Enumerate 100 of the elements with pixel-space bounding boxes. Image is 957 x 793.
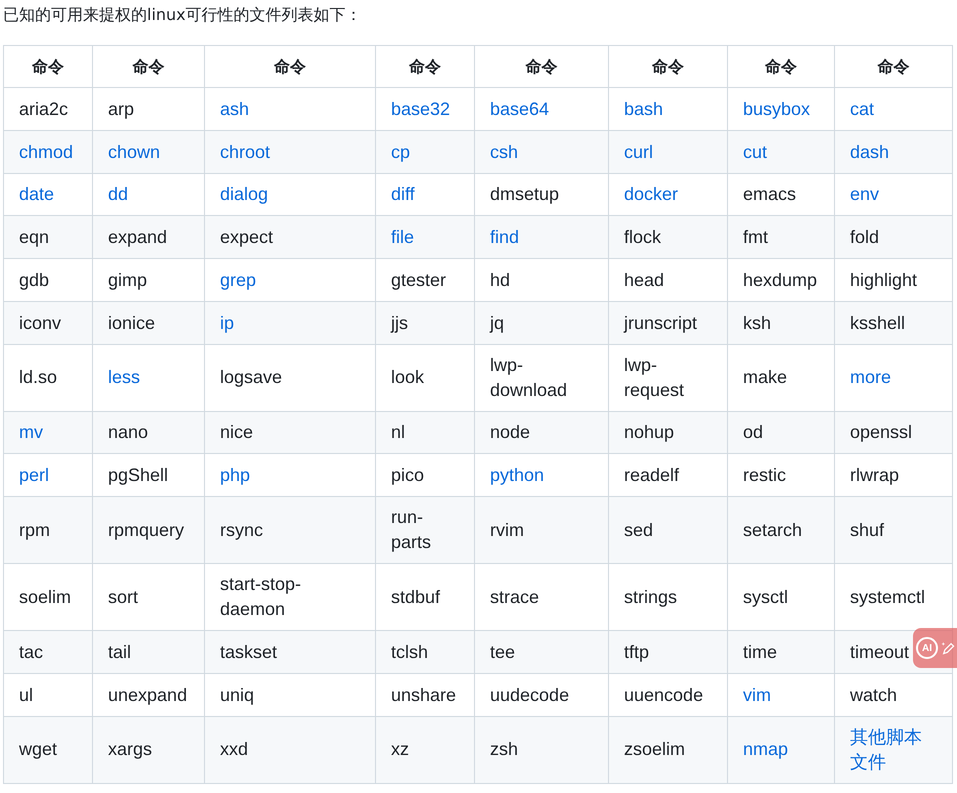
table-cell-text: rlwrap bbox=[850, 464, 900, 487]
table-cell-text: nohup bbox=[624, 421, 674, 444]
column-header: 命令 bbox=[4, 46, 92, 88]
table-cell-text: lwp-download bbox=[490, 354, 568, 402]
table-cell-text: start-stop-daemon bbox=[220, 573, 302, 621]
table-cell-text: ld.so bbox=[19, 366, 58, 390]
table-cell-text: setarch bbox=[743, 518, 802, 542]
table-cell-text: readelf bbox=[624, 464, 680, 487]
command-link[interactable]: less bbox=[108, 365, 140, 390]
table-cell-text: fmt bbox=[743, 226, 768, 249]
table-cell-text: sysctl bbox=[743, 586, 788, 609]
command-link[interactable]: ash bbox=[220, 96, 250, 122]
command-link[interactable]: vim bbox=[743, 682, 771, 708]
table-cell-text: jq bbox=[490, 312, 504, 335]
command-link[interactable]: file bbox=[391, 225, 414, 250]
table-cell-text: jrunscript bbox=[624, 312, 698, 335]
table-cell-text: lwp-request bbox=[624, 354, 686, 402]
intro-text: 已知的可用来提权的linux可行性的文件列表如下： bbox=[3, 4, 363, 26]
table-cell-text: gimp bbox=[108, 268, 148, 292]
command-link[interactable]: perl bbox=[19, 463, 50, 488]
table-cell-text: rvim bbox=[490, 518, 524, 542]
table-cell-text: unexpand bbox=[108, 684, 188, 707]
pen-icon bbox=[940, 640, 956, 656]
table-cell-text: tail bbox=[108, 640, 132, 664]
table-cell-text: strace bbox=[490, 586, 540, 609]
command-link[interactable]: csh bbox=[490, 140, 518, 164]
table-cell-text: xz bbox=[391, 738, 409, 762]
table-cell-text: nl bbox=[391, 421, 406, 444]
table-cell-text: uudecode bbox=[490, 684, 570, 706]
table-cell-text: make bbox=[743, 366, 788, 390]
table-cell-text: wget bbox=[19, 738, 58, 762]
table-cell-text: gdb bbox=[19, 268, 50, 292]
table-cell-text: node bbox=[490, 421, 530, 444]
table-cell-text: stdbuf bbox=[391, 586, 440, 609]
table-cell-text: pico bbox=[391, 464, 424, 487]
command-link[interactable]: php bbox=[220, 463, 250, 488]
command-link[interactable]: nmap bbox=[743, 737, 788, 762]
table-cell-text: zsh bbox=[490, 738, 518, 762]
table-cell-text: expect bbox=[220, 226, 274, 249]
command-link[interactable]: mv bbox=[19, 420, 43, 446]
command-link[interactable]: dash bbox=[850, 140, 890, 164]
table-cell-text: jjs bbox=[391, 312, 408, 335]
table-cell-text: rpmquery bbox=[108, 518, 184, 542]
table-cell-text: systemctl bbox=[850, 586, 926, 609]
table-cell-text: time bbox=[743, 640, 778, 664]
table-cell-text: uniq bbox=[220, 684, 254, 707]
table-cell-text: nano bbox=[108, 421, 148, 444]
table-cell-text: timeout bbox=[850, 640, 910, 664]
command-link[interactable]: dd bbox=[108, 182, 128, 208]
command-link[interactable]: cp bbox=[391, 140, 410, 164]
command-link[interactable]: curl bbox=[624, 140, 654, 164]
table-cell-text: unshare bbox=[391, 684, 456, 706]
command-link[interactable]: find bbox=[490, 225, 520, 250]
table-cell-text: rpm bbox=[19, 518, 50, 542]
table-cell-text: eqn bbox=[19, 226, 50, 249]
table-cell-text: tclsh bbox=[391, 640, 428, 664]
command-link[interactable]: ip bbox=[220, 310, 234, 336]
table-cell-text: sort bbox=[108, 586, 138, 609]
command-link[interactable]: cut bbox=[743, 140, 768, 164]
table-cell-text: shuf bbox=[850, 518, 884, 542]
table-cell-text: hd bbox=[490, 268, 510, 292]
table-cell-text: aria2c bbox=[19, 98, 68, 121]
table-cell-text: gtester bbox=[391, 268, 446, 292]
command-link[interactable]: diff bbox=[391, 182, 415, 208]
command-link[interactable]: dialog bbox=[220, 182, 268, 208]
magic-pen-button[interactable] bbox=[940, 640, 956, 656]
table-cell-text: fold bbox=[850, 226, 880, 249]
table-cell-text: highlight bbox=[850, 268, 918, 292]
table-cell-text: pgShell bbox=[108, 464, 168, 487]
table-cell-text: sed bbox=[624, 518, 654, 542]
table-cell-text: soelim bbox=[19, 586, 72, 609]
table-cell-text: strings bbox=[624, 586, 678, 609]
table-cell-text: expand bbox=[108, 226, 168, 249]
column-header: 命令 bbox=[204, 46, 376, 88]
command-link[interactable]: cat bbox=[850, 96, 874, 122]
table-cell-text: ksshell bbox=[850, 312, 906, 334]
table-cell-text: zsoelim bbox=[624, 738, 686, 762]
table-cell-text: nice bbox=[220, 421, 254, 444]
command-link[interactable]: chroot bbox=[220, 140, 270, 164]
table-cell-text: uuencode bbox=[624, 684, 704, 706]
command-link[interactable]: env bbox=[850, 182, 880, 208]
table-cell-text: watch bbox=[850, 684, 898, 706]
table-cell-text: rsync bbox=[220, 518, 264, 542]
table-cell-text: dmsetup bbox=[490, 183, 560, 206]
table-cell-text: ionice bbox=[108, 312, 156, 334]
table-cell-text: logsave bbox=[220, 366, 282, 390]
table-cell-text: tee bbox=[490, 640, 516, 664]
table-cell-text: ul bbox=[19, 684, 34, 706]
command-link[interactable]: grep bbox=[220, 268, 256, 293]
table-cell-text: tftp bbox=[624, 640, 650, 664]
command-link[interactable]: more bbox=[850, 365, 892, 390]
table-cell-text: xargs bbox=[108, 738, 152, 762]
table-cell-text: head bbox=[624, 268, 664, 292]
table-cell-text: openssl bbox=[850, 421, 912, 444]
table-cell-text: restic bbox=[743, 464, 786, 487]
command-link[interactable]: bash bbox=[624, 96, 664, 122]
table-cell-text: flock bbox=[624, 226, 662, 249]
table-cell-text: tac bbox=[19, 640, 44, 664]
table-cell-text: look bbox=[391, 366, 424, 390]
table-cell-text: iconv bbox=[19, 312, 62, 334]
